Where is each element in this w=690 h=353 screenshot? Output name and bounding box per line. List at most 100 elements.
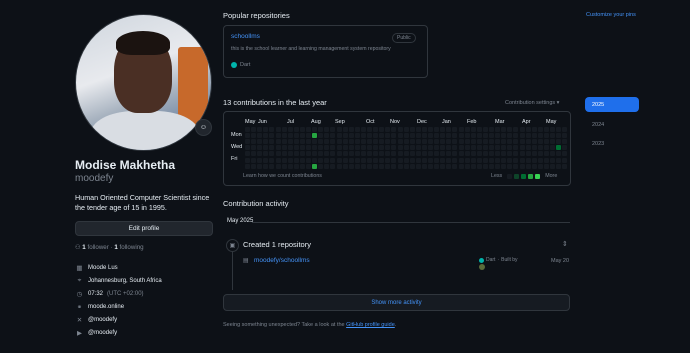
contribution-cell[interactable]	[360, 157, 366, 163]
contribution-cell[interactable]	[537, 133, 543, 139]
contribution-cell[interactable]	[543, 139, 549, 145]
contribution-cell[interactable]	[299, 139, 305, 145]
contribution-cell[interactable]	[403, 127, 409, 132]
contribution-cell[interactable]	[489, 145, 494, 151]
contribution-cell[interactable]	[501, 139, 507, 145]
contribution-cell[interactable]	[354, 133, 360, 139]
contribution-cell[interactable]	[293, 151, 299, 157]
contribution-cell[interactable]	[452, 163, 458, 169]
contribution-cell[interactable]	[452, 139, 458, 145]
contribution-cell[interactable]	[501, 157, 507, 163]
contribution-cell[interactable]	[367, 139, 372, 145]
contribution-cell[interactable]	[415, 157, 421, 163]
contribution-cell[interactable]	[373, 127, 379, 132]
contribution-cell[interactable]	[379, 133, 385, 139]
contribution-cell[interactable]	[452, 127, 458, 132]
contribution-cell[interactable]	[470, 133, 476, 139]
contribution-cell[interactable]	[379, 127, 385, 132]
contribution-cell[interactable]	[537, 145, 543, 151]
contribution-cell[interactable]	[507, 157, 513, 163]
contribution-cell[interactable]	[409, 163, 415, 169]
contribution-cell[interactable]	[550, 133, 555, 139]
contribution-cell[interactable]	[434, 145, 440, 151]
contribution-cell[interactable]	[415, 127, 421, 132]
contribution-cell[interactable]	[360, 133, 366, 139]
contribution-cell[interactable]	[245, 127, 250, 132]
contribution-cell[interactable]	[440, 133, 446, 139]
contribution-cell[interactable]	[482, 163, 488, 169]
contribution-cell[interactable]	[324, 145, 330, 151]
contribution-cell[interactable]	[354, 151, 360, 157]
contribution-cell[interactable]	[257, 133, 263, 139]
contribution-cell[interactable]	[251, 139, 257, 145]
contribution-cell[interactable]	[495, 163, 501, 169]
contribution-cell[interactable]	[513, 163, 519, 169]
contribution-cell[interactable]	[446, 133, 452, 139]
contribution-cell[interactable]	[550, 157, 555, 163]
contribution-cell[interactable]	[550, 163, 555, 169]
contribution-cell[interactable]	[458, 151, 464, 157]
contribution-cell[interactable]	[525, 127, 531, 132]
contribution-cell[interactable]	[543, 151, 549, 157]
contribution-cell[interactable]	[489, 157, 494, 163]
contribution-cell[interactable]	[373, 157, 379, 163]
contribution-cell[interactable]	[275, 139, 281, 145]
contribution-cell[interactable]	[324, 127, 330, 132]
contribution-cell[interactable]	[379, 145, 385, 151]
contribution-cell[interactable]	[306, 127, 311, 132]
contribution-cell[interactable]	[464, 151, 470, 157]
contribution-cell[interactable]	[415, 139, 421, 145]
contribution-cell[interactable]	[428, 145, 433, 151]
profile-guide-link[interactable]: GitHub profile guide	[346, 322, 395, 328]
contribution-cell[interactable]	[367, 145, 372, 151]
contribution-cell[interactable]	[428, 151, 433, 157]
contribution-cell[interactable]	[415, 145, 421, 151]
contribution-cell[interactable]	[440, 139, 446, 145]
contribution-cell[interactable]	[360, 151, 366, 157]
contribution-cell[interactable]	[318, 163, 324, 169]
contribution-cell[interactable]	[306, 139, 311, 145]
contribution-cell[interactable]	[385, 157, 391, 163]
contribution-cell[interactable]	[543, 163, 549, 169]
contribution-cell[interactable]	[519, 127, 525, 132]
contribution-cell[interactable]	[306, 151, 311, 157]
contribution-cell[interactable]	[385, 139, 391, 145]
contribution-cell[interactable]	[348, 139, 354, 145]
contribution-cell[interactable]	[257, 127, 263, 132]
contribution-cell[interactable]	[464, 133, 470, 139]
contribution-cell[interactable]	[476, 151, 482, 157]
contribution-cell[interactable]	[507, 133, 513, 139]
contribution-cell[interactable]	[543, 145, 549, 151]
contribution-cell[interactable]	[245, 139, 250, 145]
contribution-cell[interactable]	[556, 133, 562, 139]
contribution-cell[interactable]	[428, 127, 433, 132]
contribution-cell[interactable]	[275, 157, 281, 163]
contribution-cell[interactable]	[458, 145, 464, 151]
contribution-cell[interactable]	[251, 133, 257, 139]
contribution-cell[interactable]	[367, 163, 372, 169]
contribution-cell[interactable]	[281, 139, 287, 145]
contribution-cell[interactable]	[537, 151, 543, 157]
contribution-cell[interactable]	[269, 157, 275, 163]
contribution-cell[interactable]	[299, 127, 305, 132]
contribution-cell[interactable]	[556, 157, 562, 163]
contribution-cell[interactable]	[245, 151, 250, 157]
repo-name-link[interactable]: schoollms	[231, 33, 260, 40]
contribution-cell[interactable]	[330, 127, 336, 132]
contribution-cell[interactable]	[348, 145, 354, 151]
contribution-cell[interactable]	[342, 163, 348, 169]
contribution-cell[interactable]	[482, 133, 488, 139]
contribution-cell[interactable]	[446, 163, 452, 169]
contribution-cell[interactable]	[287, 157, 293, 163]
contribution-cell[interactable]	[550, 127, 555, 132]
contribution-cell[interactable]	[245, 133, 250, 139]
contribution-cell[interactable]	[440, 163, 446, 169]
contribution-cell[interactable]	[373, 133, 379, 139]
contribution-cell[interactable]	[324, 163, 330, 169]
contribution-cell[interactable]	[525, 151, 531, 157]
contribution-cell[interactable]	[251, 163, 257, 169]
contribution-cell[interactable]	[470, 127, 476, 132]
contribution-cell[interactable]	[287, 163, 293, 169]
contribution-cell[interactable]	[348, 133, 354, 139]
contribution-cell[interactable]	[482, 127, 488, 132]
